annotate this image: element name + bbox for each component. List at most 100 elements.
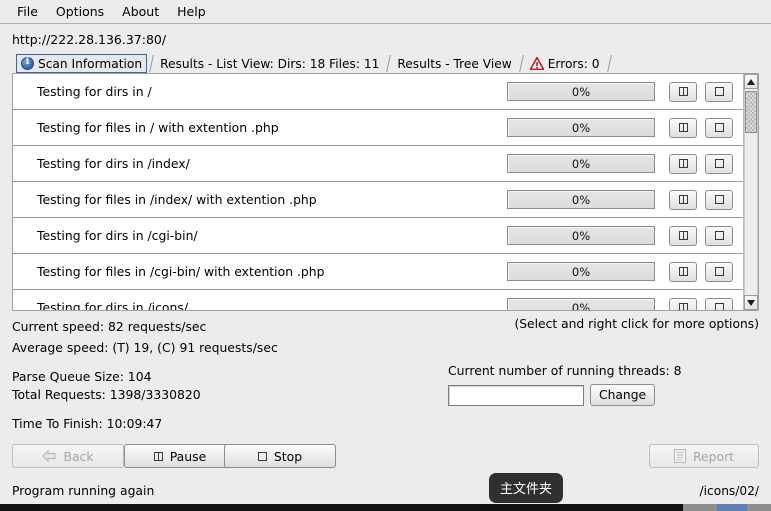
taskbar-mid-segment bbox=[683, 504, 717, 511]
task-label: Testing for dirs in / bbox=[37, 84, 152, 99]
info-icon bbox=[21, 56, 34, 70]
report-document-icon bbox=[673, 449, 686, 463]
table-row[interactable]: Testing for dirs in /cgi-bin/ 0% bbox=[13, 218, 743, 254]
task-progress-bar: 0% bbox=[507, 298, 655, 310]
pause-button[interactable]: Pause bbox=[124, 444, 236, 468]
pause-icon bbox=[678, 195, 688, 204]
tab-results-list-view-label: Results - List View: Dirs: 18 Files: 11 bbox=[160, 56, 380, 71]
task-label: Testing for dirs in /index/ bbox=[37, 156, 190, 171]
table-row[interactable]: Testing for dirs in / 0% bbox=[13, 74, 743, 110]
pause-icon bbox=[678, 87, 688, 96]
change-threads-button[interactable]: Change bbox=[590, 384, 656, 406]
menu-item-help[interactable]: Help bbox=[168, 1, 215, 22]
task-list-panel: Testing for dirs in / 0% Testing for fil… bbox=[12, 73, 759, 311]
task-label: Testing for files in /cgi-bin/ with exte… bbox=[37, 264, 325, 279]
threads-input[interactable] bbox=[448, 384, 584, 406]
stop-icon bbox=[257, 451, 267, 461]
warning-icon bbox=[529, 57, 544, 70]
row-stop-button[interactable] bbox=[705, 153, 733, 174]
row-stop-button[interactable] bbox=[705, 189, 733, 210]
stop-icon bbox=[714, 195, 724, 204]
row-stop-button[interactable] bbox=[705, 261, 733, 282]
taskbar-left-segment bbox=[0, 504, 683, 511]
target-url: http://222.28.136.37:80/ bbox=[12, 32, 167, 47]
task-progress-bar: 0% bbox=[507, 226, 655, 245]
scrollbar-thumb[interactable] bbox=[745, 91, 757, 133]
row-pause-button[interactable] bbox=[669, 261, 697, 282]
task-label: Testing for dirs in /cgi-bin/ bbox=[37, 228, 198, 243]
row-pause-button[interactable] bbox=[669, 225, 697, 246]
taskbar-right-segment bbox=[747, 504, 771, 511]
tab-separator bbox=[517, 54, 526, 73]
pause-icon bbox=[678, 231, 688, 240]
scanner-window: File Options About Help http://222.28.13… bbox=[0, 0, 771, 511]
tab-scan-information-label: Scan Information bbox=[38, 56, 143, 71]
tab-separator bbox=[384, 54, 393, 73]
task-progress-bar: 0% bbox=[507, 118, 655, 137]
row-pause-button[interactable] bbox=[669, 297, 697, 310]
back-arrow-icon bbox=[42, 449, 56, 463]
task-progress-bar: 0% bbox=[507, 190, 655, 209]
tab-separator bbox=[147, 54, 156, 73]
row-pause-button[interactable] bbox=[669, 153, 697, 174]
scroll-down-button[interactable] bbox=[744, 295, 758, 310]
chevron-up-icon bbox=[747, 78, 755, 85]
tab-results-list-view[interactable]: Results - List View: Dirs: 18 Files: 11 bbox=[156, 54, 384, 73]
task-label: Testing for dirs in /icons/ bbox=[37, 300, 188, 310]
status-bar: Program running again /icons/02/ bbox=[0, 480, 771, 504]
vertical-scrollbar[interactable] bbox=[743, 74, 758, 310]
stop-icon bbox=[714, 267, 724, 276]
table-row[interactable]: Testing for files in /cgi-bin/ with exte… bbox=[13, 254, 743, 290]
row-stop-button[interactable] bbox=[705, 117, 733, 138]
task-list: Testing for dirs in / 0% Testing for fil… bbox=[13, 74, 743, 310]
task-progress-bar: 0% bbox=[507, 82, 655, 101]
row-stop-button[interactable] bbox=[705, 81, 733, 102]
row-pause-button[interactable] bbox=[669, 117, 697, 138]
menu-item-options[interactable]: Options bbox=[47, 1, 113, 22]
task-label: Testing for files in /index/ with extent… bbox=[37, 192, 317, 207]
row-pause-button[interactable] bbox=[669, 189, 697, 210]
menu-item-about[interactable]: About bbox=[113, 1, 168, 22]
stop-button-label: Stop bbox=[273, 448, 303, 464]
menu-bar: File Options About Help bbox=[0, 0, 771, 24]
stop-icon bbox=[714, 231, 724, 240]
menu-item-file[interactable]: File bbox=[8, 1, 47, 22]
threads-count-label: Current number of running threads: 8 bbox=[448, 363, 682, 378]
stop-button[interactable]: Stop bbox=[224, 444, 336, 468]
tab-separator bbox=[605, 54, 614, 73]
taskbar-active-segment bbox=[717, 504, 747, 511]
pause-icon bbox=[678, 123, 688, 132]
time-to-finish-text: Time To Finish: 10:09:47 bbox=[12, 416, 163, 431]
back-button-label: Back bbox=[63, 448, 94, 464]
table-row[interactable]: Testing for dirs in /icons/ 0% bbox=[13, 290, 743, 310]
report-button-label: Report bbox=[692, 448, 735, 464]
chevron-down-icon bbox=[747, 299, 755, 306]
row-stop-button[interactable] bbox=[705, 225, 733, 246]
table-row[interactable]: Testing for dirs in /index/ 0% bbox=[13, 146, 743, 182]
row-stop-button[interactable] bbox=[705, 297, 733, 310]
task-label: Testing for files in / with extention .p… bbox=[37, 120, 279, 135]
tab-scan-information[interactable]: Scan Information bbox=[16, 54, 148, 73]
table-row[interactable]: Testing for files in / with extention .p… bbox=[13, 110, 743, 146]
report-button[interactable]: Report bbox=[649, 444, 759, 468]
tab-results-tree-view[interactable]: Results - Tree View bbox=[393, 54, 516, 73]
home-folder-tooltip: 主文件夹 bbox=[489, 473, 564, 503]
action-bar: Back Pause Stop Report bbox=[0, 444, 771, 480]
average-speed-text: Average speed: (T) 19, (C) 91 requests/s… bbox=[12, 340, 278, 355]
tab-results-tree-view-label: Results - Tree View bbox=[397, 56, 512, 71]
pause-icon bbox=[678, 267, 688, 276]
back-button[interactable]: Back bbox=[12, 444, 124, 468]
row-pause-button[interactable] bbox=[669, 81, 697, 102]
stop-icon bbox=[714, 159, 724, 168]
stop-icon bbox=[714, 87, 724, 96]
context-menu-hint: (Select and right click for more options… bbox=[514, 317, 759, 331]
scrollbar-track[interactable] bbox=[744, 89, 758, 295]
tab-errors[interactable]: Errors: 0 bbox=[526, 54, 605, 73]
tab-strip: Scan Information Results - List View: Di… bbox=[0, 53, 771, 73]
scroll-up-button[interactable] bbox=[744, 74, 758, 89]
table-row[interactable]: Testing for files in /index/ with extent… bbox=[13, 182, 743, 218]
task-progress-bar: 0% bbox=[507, 154, 655, 173]
pause-icon bbox=[678, 159, 688, 168]
statistics-panel: (Select and right click for more options… bbox=[0, 311, 771, 444]
task-progress-bar: 0% bbox=[507, 262, 655, 281]
